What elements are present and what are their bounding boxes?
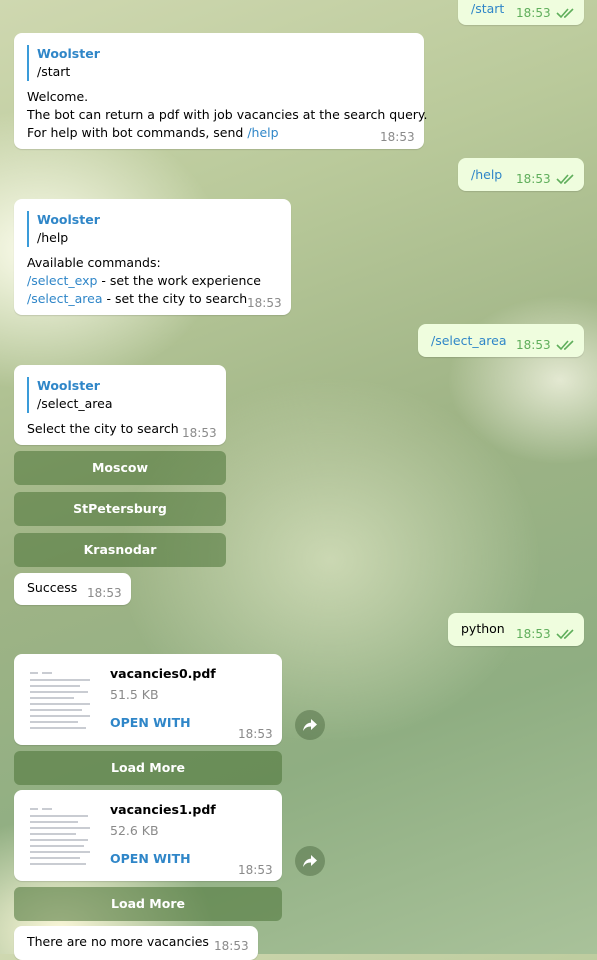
message-time: 18:53 xyxy=(247,296,282,310)
message-in-success: Success 18:53 xyxy=(14,573,131,605)
message-time: 18:53 xyxy=(516,172,551,186)
command-link-start[interactable]: /start xyxy=(471,0,504,18)
open-with-button[interactable]: OPEN WITH xyxy=(110,715,191,730)
message-text: python xyxy=(461,621,505,636)
message-line: /select_exp - set the work experience xyxy=(27,272,261,290)
double-check-icon xyxy=(556,8,574,19)
reply-text: /help xyxy=(37,230,69,245)
message-text-part: For help with bot commands, send xyxy=(27,125,248,140)
message-time: 18:53 xyxy=(214,939,249,953)
document-message-vacancies1[interactable]: vacancies1.pdf 52.6 KB OPEN WITH 18:53 xyxy=(14,790,282,881)
pdf-thumbnail[interactable] xyxy=(26,802,94,870)
document-size: 52.6 KB xyxy=(110,823,159,838)
reply-text: /select_area xyxy=(37,396,113,411)
document-message-vacancies0[interactable]: vacancies0.pdf 51.5 KB OPEN WITH 18:53 xyxy=(14,654,282,745)
share-arrow-icon xyxy=(303,719,317,731)
command-link-help[interactable]: /help xyxy=(247,125,278,140)
document-size: 51.5 KB xyxy=(110,687,159,702)
message-time: 18:53 xyxy=(238,727,273,741)
message-line: Available commands: xyxy=(27,255,161,270)
message-text: There are no more vacancies xyxy=(27,934,209,949)
reply-author: Woolster xyxy=(37,46,100,61)
message-time: 18:53 xyxy=(516,627,551,641)
command-link-select-exp[interactable]: /select_exp xyxy=(27,273,97,288)
message-time: 18:53 xyxy=(182,426,217,440)
reply-quote[interactable]: Woolster /start xyxy=(27,45,100,81)
message-time: 18:53 xyxy=(516,338,551,352)
message-in-welcome: Woolster /start Welcome. The bot can ret… xyxy=(14,33,428,149)
message-in-help: Woolster /help Available commands: /sele… xyxy=(14,199,291,315)
city-button-moscow[interactable]: Moscow xyxy=(14,451,226,485)
command-description: - set the work experience xyxy=(97,273,261,288)
load-more-button[interactable]: Load More xyxy=(14,751,282,785)
message-in-select-area: Woolster /select_area Select the city to… xyxy=(14,365,226,445)
message-line: Welcome. xyxy=(27,89,89,104)
message-text: Select the city to search xyxy=(27,421,179,436)
message-out-help: /help 18:53 xyxy=(458,158,584,191)
message-in-no-more: There are no more vacancies 18:53 xyxy=(14,926,258,960)
message-time: 18:53 xyxy=(238,863,273,877)
double-check-icon xyxy=(556,340,574,351)
document-name: vacancies1.pdf xyxy=(110,802,216,817)
command-link-select-area[interactable]: /select_area xyxy=(431,332,506,350)
message-time: 18:53 xyxy=(87,586,122,600)
message-out-python: python 18:53 xyxy=(448,613,584,646)
double-check-icon xyxy=(556,629,574,640)
message-text: Welcome. The bot can return a pdf with j… xyxy=(27,88,428,142)
message-out-select-area: /select_area 18:53 xyxy=(418,324,584,357)
share-arrow-icon xyxy=(303,855,317,867)
share-button[interactable] xyxy=(295,710,325,740)
message-out-start: /start 18:53 xyxy=(458,0,584,25)
message-text: Success xyxy=(27,580,78,595)
open-with-button[interactable]: OPEN WITH xyxy=(110,851,191,866)
message-time: 18:53 xyxy=(516,6,551,20)
reply-quote[interactable]: Woolster /help xyxy=(27,211,100,247)
double-check-icon xyxy=(556,174,574,185)
share-button[interactable] xyxy=(295,846,325,876)
message-line: For help with bot commands, send /help xyxy=(27,124,428,142)
command-link-help[interactable]: /help xyxy=(471,166,502,184)
message-time: 18:53 xyxy=(380,130,415,144)
city-button-stpetersburg[interactable]: StPetersburg xyxy=(14,492,226,526)
command-link-select-area[interactable]: /select_area xyxy=(27,291,102,306)
reply-quote[interactable]: Woolster /select_area xyxy=(27,377,112,413)
message-line: The bot can return a pdf with job vacanc… xyxy=(27,107,428,122)
message-line: /select_area - set the city to search xyxy=(27,290,261,308)
pdf-thumbnail[interactable] xyxy=(26,666,94,734)
message-text: Available commands: /select_exp - set th… xyxy=(27,254,261,308)
load-more-button[interactable]: Load More xyxy=(14,887,282,921)
document-name: vacancies0.pdf xyxy=(110,666,216,681)
reply-author: Woolster xyxy=(37,378,100,393)
command-description: - set the city to search xyxy=(102,291,248,306)
reply-author: Woolster xyxy=(37,212,100,227)
reply-text: /start xyxy=(37,64,71,79)
city-button-krasnodar[interactable]: Krasnodar xyxy=(14,533,226,567)
